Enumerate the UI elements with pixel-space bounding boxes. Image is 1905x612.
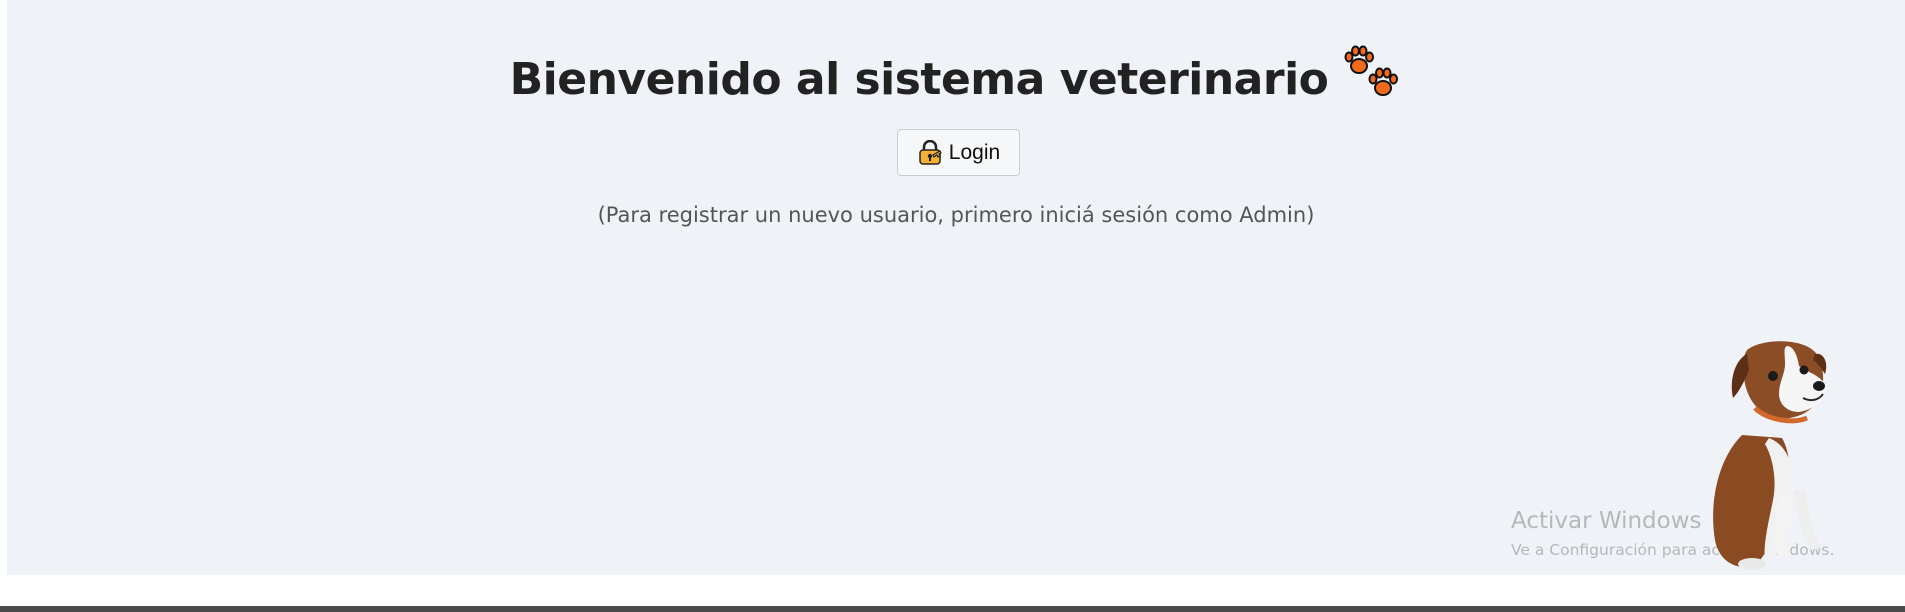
main-page: Bienvenido al sistema veterinario Login … <box>7 0 1905 575</box>
boxer-puppy-image <box>1713 341 1827 570</box>
register-hint: (Para registrar un nuevo usuario, primer… <box>597 203 1315 227</box>
lock-key-icon <box>919 139 942 165</box>
windows-activation-title: Activar Windows <box>1511 508 1702 534</box>
page-title: Bienvenido al sistema veterinario <box>7 44 1905 105</box>
browser-viewport: Bienvenido al sistema veterinario Login … <box>0 0 1905 612</box>
login-button-label: Login <box>948 140 1001 164</box>
taskbar-edge <box>0 606 1905 612</box>
page-title-text: Bienvenido al sistema veterinario <box>509 54 1329 105</box>
login-button[interactable]: Login <box>897 129 1020 176</box>
paw-prints-icon <box>1342 44 1402 102</box>
